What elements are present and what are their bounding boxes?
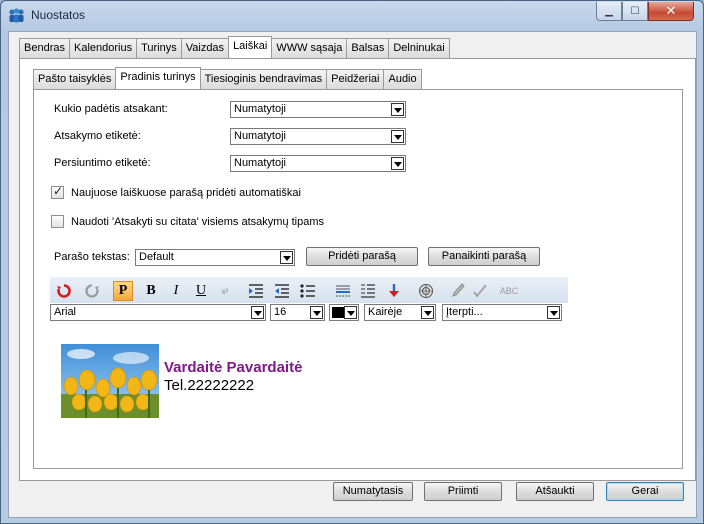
- forward-label-value: Numatytoji: [234, 157, 286, 169]
- tab-www-sasaja[interactable]: WWW sąsaja: [271, 38, 348, 58]
- italic-icon[interactable]: I: [166, 281, 186, 301]
- tab-pradinis-turinys[interactable]: Pradinis turinys: [115, 67, 201, 89]
- tab-audio[interactable]: Audio: [383, 69, 422, 89]
- clear-format-icon[interactable]: ABC: [499, 281, 519, 301]
- signature-select-value: Default: [139, 251, 174, 263]
- pen-icon[interactable]: [448, 281, 468, 301]
- reply-position-select[interactable]: Numatytoji: [230, 101, 406, 118]
- maximize-button[interactable]: ☐: [622, 2, 648, 21]
- chevron-down-icon: [391, 157, 404, 170]
- tab-laiskai[interactable]: Laiškai: [228, 36, 273, 58]
- alignment-select[interactable]: Kairėje: [364, 304, 436, 321]
- tab-delninukai[interactable]: Delninukai: [388, 38, 450, 58]
- font-size-select[interactable]: 16: [270, 304, 325, 321]
- chevron-down-icon: [344, 306, 357, 319]
- sub-tab-strip: Pašto taisyklės Pradinis turinys Tiesiog…: [33, 67, 422, 89]
- undo-icon[interactable]: [54, 281, 74, 301]
- main-tab-panel: Pašto taisyklės Pradinis turinys Tiesiog…: [19, 58, 696, 481]
- auto-signature-checkbox[interactable]: [51, 184, 64, 199]
- auto-signature-label: Naujuose laiškuose parašą pridėti automa…: [71, 187, 301, 199]
- minimize-icon: ▁: [605, 5, 613, 17]
- quote-reply-checkbox[interactable]: [51, 215, 64, 228]
- spellcheck-icon[interactable]: [470, 281, 490, 301]
- tab-bendras[interactable]: Bendras: [19, 38, 70, 58]
- font-select[interactable]: Arial: [50, 304, 266, 321]
- app-icon: [9, 8, 24, 23]
- tab-peidzeriai[interactable]: Peidžeriai: [326, 69, 385, 89]
- forward-label-select[interactable]: Numatytoji: [230, 155, 406, 172]
- chevron-down-icon: [280, 251, 293, 264]
- underline-icon[interactable]: U: [191, 281, 211, 301]
- minimize-button[interactable]: ▁: [596, 2, 622, 21]
- apply-button[interactable]: Priimti: [424, 482, 502, 501]
- reply-label-value: Numatytoji: [234, 130, 286, 142]
- signature-text-label: Parašo tekstas:: [54, 251, 130, 263]
- maximize-icon: ☐: [630, 5, 640, 17]
- tab-pasto-taisykles[interactable]: Pašto taisyklės: [33, 69, 117, 89]
- chevron-down-icon: [547, 306, 560, 319]
- chevron-down-icon: [310, 306, 323, 319]
- main-tab-strip: Bendras Kalendorius Turinys Vaizdas Laiš…: [19, 36, 450, 58]
- ok-button[interactable]: Gerai: [606, 482, 684, 501]
- font-select-value: Arial: [54, 306, 77, 318]
- redo-icon[interactable]: [82, 281, 102, 301]
- tab-turinys[interactable]: Turinys: [136, 38, 182, 58]
- tab-tiesioginis-bendravimas[interactable]: Tiesioginis bendravimas: [199, 69, 328, 89]
- superscript-icon[interactable]: x²: [215, 281, 235, 301]
- editor-toolbar: P B I U x² ABC: [50, 277, 568, 303]
- chevron-down-icon: [391, 103, 404, 116]
- tab-vaizdas[interactable]: Vaizdas: [180, 38, 230, 58]
- window-title: Nuostatos: [31, 8, 86, 22]
- close-icon: ✕: [665, 3, 677, 18]
- tulips-photo: [61, 344, 159, 418]
- chevron-down-icon: [421, 306, 434, 319]
- title-bar[interactable]: Nuostatos ▁ ☐ ✕: [1, 1, 703, 31]
- signature-select[interactable]: Default: [135, 249, 295, 266]
- font-size-value: 16: [274, 306, 287, 318]
- defaults-button[interactable]: Numatytasis: [333, 482, 413, 501]
- remove-signature-button[interactable]: Panaikinti parašą: [428, 247, 540, 266]
- reply-label-select[interactable]: Numatytoji: [230, 128, 406, 145]
- sub-tab-panel: Kukio padėtis atsakant: Numatytoji Atsak…: [33, 89, 683, 469]
- forward-label-label: Persiuntimo etiketė:: [54, 157, 151, 169]
- horizontal-rule-icon[interactable]: [333, 281, 353, 301]
- close-button[interactable]: ✕: [648, 2, 694, 21]
- quote-reply-label: Naudoti 'Atsakyti su citata' visiems ats…: [71, 216, 325, 228]
- paragraph-style-icon[interactable]: P: [113, 281, 133, 301]
- tab-kalendorius[interactable]: Kalendorius: [68, 38, 138, 58]
- chevron-down-icon: [391, 130, 404, 143]
- hyperlink-globe-icon[interactable]: [416, 281, 436, 301]
- insert-value: Įterpti...: [446, 306, 483, 318]
- indent-icon[interactable]: [246, 281, 266, 301]
- dialog-client: Bendras Kalendorius Turinys Vaizdas Laiš…: [8, 31, 697, 518]
- text-color-select[interactable]: [329, 304, 359, 321]
- numbered-list-icon[interactable]: [358, 281, 378, 301]
- insert-select[interactable]: Įterpti...: [442, 304, 562, 321]
- settings-window: Nuostatos ▁ ☐ ✕ Bendras Kalendorius Turi…: [0, 0, 704, 524]
- signature-name: Vardaitė Pavardaitė: [164, 359, 303, 376]
- reply-position-label: Kukio padėtis atsakant:: [54, 103, 168, 115]
- cancel-button[interactable]: Atšaukti: [516, 482, 594, 501]
- add-signature-button[interactable]: Pridėti parašą: [306, 247, 418, 266]
- outdent-icon[interactable]: [272, 281, 292, 301]
- chevron-down-icon: [251, 306, 264, 319]
- reply-position-value: Numatytoji: [234, 103, 286, 115]
- bold-icon[interactable]: B: [141, 281, 161, 301]
- insert-below-icon[interactable]: [384, 281, 404, 301]
- color-swatch: [332, 307, 344, 318]
- bullet-list-icon[interactable]: [298, 281, 318, 301]
- signature-phone: Tel.22222222: [164, 377, 255, 394]
- tab-balsas[interactable]: Balsas: [346, 38, 390, 58]
- alignment-value: Kairėje: [368, 306, 403, 318]
- reply-label-label: Atsakymo etiketė:: [54, 130, 141, 142]
